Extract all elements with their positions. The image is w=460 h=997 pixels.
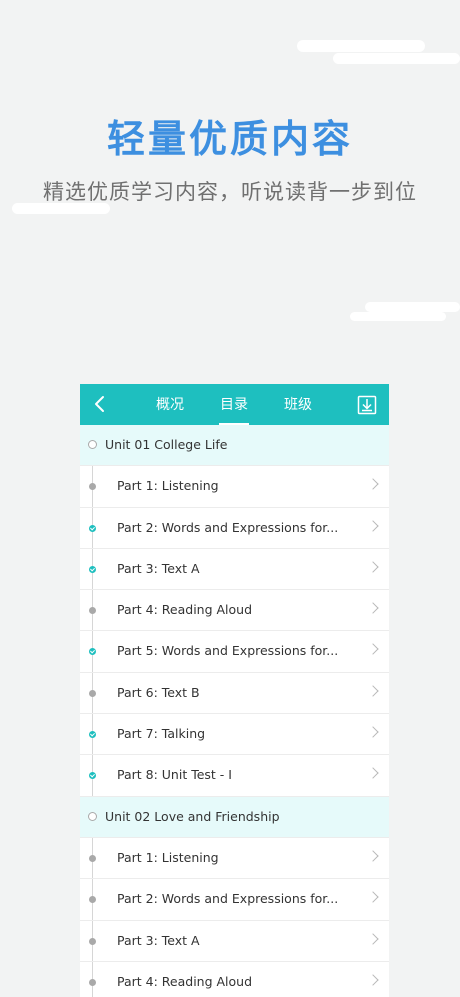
chevron-right-icon [367, 932, 379, 945]
list-item[interactable]: Part 1: Listening [80, 466, 389, 508]
status-dot-icon [89, 937, 96, 945]
top-navbar: 概况 目录 班级 [80, 384, 389, 425]
unit-marker-icon [88, 440, 97, 449]
part-label: Part 3: Text A [117, 560, 200, 576]
status-dot-icon [89, 896, 96, 904]
download-icon[interactable] [357, 395, 377, 415]
part-label: Part 4: Reading Aloud [117, 602, 253, 618]
chevron-right-icon [367, 726, 379, 738]
hero-title: 轻量优质内容 [106, 117, 353, 161]
completed-check-icon [89, 565, 96, 573]
completed-check-icon [89, 772, 96, 780]
list-item[interactable]: Part 8: Unit Test - I [80, 755, 389, 797]
list-item[interactable]: Part 2: Words and Expressions for... [80, 508, 389, 549]
status-dot-icon [89, 854, 96, 862]
completed-check-icon [89, 648, 96, 656]
chevron-right-icon [367, 602, 379, 614]
part-label: Part 1: Listening [117, 478, 219, 494]
catalog-list: Unit 01 College Life Part 1: Listening P… [80, 425, 389, 997]
list-item[interactable]: Part 4: Reading Aloud [80, 590, 389, 632]
chevron-right-icon [367, 561, 379, 573]
list-item[interactable]: Part 3: Text A [80, 921, 389, 962]
tab-overview[interactable]: 概况 [147, 384, 193, 425]
status-dot-icon [89, 483, 96, 491]
status-dot-icon [89, 689, 96, 697]
list-item[interactable]: Part 6: Text B [80, 673, 389, 715]
unit-title: Unit 02 Love and Friendship [105, 808, 280, 824]
unit-header-row[interactable]: Unit 01 College Life [80, 425, 389, 467]
list-item[interactable]: Part 4: Reading Aloud [80, 962, 389, 997]
cloud-decoration [333, 53, 460, 64]
cloud-decoration [365, 302, 460, 312]
completed-check-icon [89, 731, 96, 739]
hero-subtitle: 精选优质学习内容，听说读背一步到位 [43, 180, 417, 204]
part-label: Part 6: Text B [117, 684, 200, 700]
status-dot-icon [89, 607, 96, 615]
chevron-right-icon [367, 478, 379, 490]
part-label: Part 2: Words and Expressions for... [117, 519, 339, 535]
part-label: Part 8: Unit Test - I [117, 767, 232, 783]
list-item[interactable]: Part 3: Text A [80, 549, 389, 591]
part-label: Part 7: Talking [117, 726, 206, 742]
part-label: Part 4: Reading Aloud [117, 973, 253, 989]
tab-class[interactable]: 班级 [275, 384, 321, 425]
chevron-right-icon [367, 974, 379, 986]
completed-check-icon [89, 524, 96, 532]
part-label: Part 3: Text A [117, 932, 200, 948]
list-item[interactable]: Part 2: Words and Expressions for... [80, 879, 389, 921]
chevron-right-icon [367, 519, 379, 532]
app-screen: 概况 目录 班级 Unit 01 College Life Part 1: Li… [80, 384, 389, 997]
cloud-decoration [297, 40, 425, 52]
tab-catalog[interactable]: 目录 [211, 384, 257, 425]
status-dot-icon [89, 978, 96, 986]
unit-header-row[interactable]: Unit 02 Love and Friendship [80, 796, 389, 838]
chevron-right-icon [367, 850, 379, 862]
part-label: Part 1: Listening [117, 849, 219, 865]
part-label: Part 2: Words and Expressions for... [117, 891, 339, 907]
chevron-right-icon [367, 891, 379, 903]
list-item[interactable]: Part 1: Listening [80, 838, 389, 880]
chevron-right-icon [367, 767, 379, 780]
chevron-right-icon [367, 643, 379, 656]
unit-marker-icon [88, 811, 97, 821]
back-icon[interactable] [90, 394, 110, 414]
unit-title: Unit 01 College Life [105, 437, 228, 452]
part-label: Part 5: Words and Expressions for... [117, 643, 339, 659]
cloud-decoration [350, 312, 446, 321]
list-item[interactable]: Part 7: Talking [80, 714, 389, 756]
chevron-right-icon [367, 685, 379, 697]
list-item[interactable]: Part 5: Words and Expressions for... [80, 631, 389, 673]
